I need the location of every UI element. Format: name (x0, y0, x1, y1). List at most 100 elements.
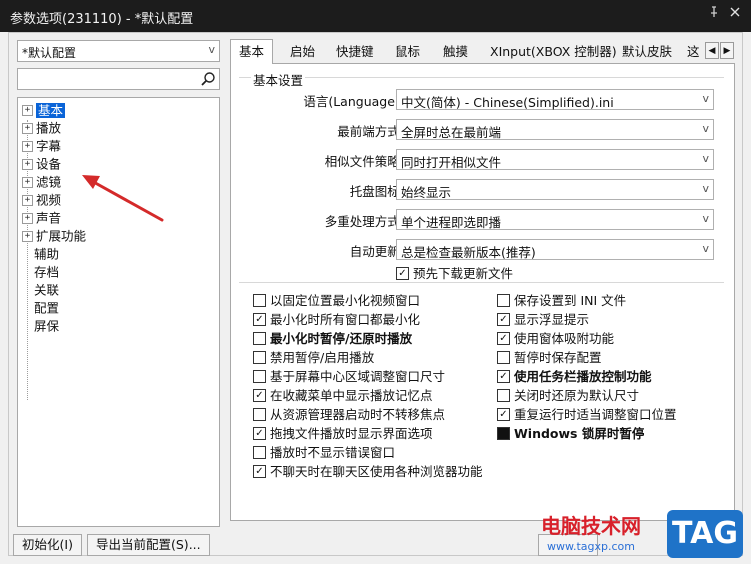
option-no-focus-steal[interactable]: 从资源管理器启动时不转移焦点 (253, 406, 445, 423)
tree-item-archive[interactable]: 存档 (34, 263, 59, 281)
option-pause-on-minimize[interactable]: 最小化时暂停/还原时播放 (253, 330, 412, 347)
checkbox-checked-icon[interactable]: ✓ (253, 313, 266, 326)
checkbox-indeterminate-icon[interactable] (497, 427, 510, 440)
tree-item-associations[interactable]: 关联 (34, 281, 59, 299)
option-drag-show-options[interactable]: ✓ 拖拽文件播放时显示界面选项 (253, 425, 433, 442)
option-disable-pause-play[interactable]: 禁用暂停/启用播放 (253, 349, 374, 366)
profile-select[interactable]: *默认配置 v (17, 40, 220, 62)
search-input[interactable] (20, 70, 194, 90)
checkbox-checked-icon[interactable]: ✓ (497, 313, 510, 326)
option-window-snap[interactable]: ✓ 使用窗体吸附功能 (497, 330, 614, 347)
profile-select-value: *默认配置 (22, 46, 77, 60)
option-minimize-all-windows[interactable]: ✓ 最小化时所有窗口都最小化 (253, 311, 420, 328)
option-adjust-window-position[interactable]: ✓ 重复运行时适当调整窗口位置 (497, 406, 677, 423)
expand-icon[interactable]: + (22, 159, 33, 170)
checkbox-unchecked-icon[interactable] (253, 332, 266, 345)
checkbox-checked-icon[interactable]: ✓ (253, 389, 266, 402)
multi-process-select[interactable]: 单个进程即选即播 v (396, 209, 714, 230)
tab-xinput[interactable]: XInput(XBOX 控制器) (482, 42, 625, 63)
option-show-bookmarks[interactable]: ✓ 在收藏菜单中显示播放记忆点 (253, 387, 433, 404)
chevron-down-icon: v (702, 212, 709, 225)
pin-icon[interactable] (705, 6, 723, 24)
expand-icon[interactable]: + (22, 123, 33, 134)
category-tree: + 基本 + 播放 + 字幕 + 设备 + 滤镜 + 视频 + 声音 + 扩展功能 辅助 存档 (17, 97, 220, 527)
tab-default-skin[interactable]: 默认皮肤 (614, 42, 680, 63)
tree-item-filters[interactable]: + 滤镜 (22, 173, 61, 191)
tray-icon-select[interactable]: 始终显示 v (396, 179, 714, 200)
tree-item-audio[interactable]: + 声音 (22, 209, 61, 227)
checkbox-label: 使用窗体吸附功能 (514, 331, 615, 346)
init-button[interactable]: 初始化(I) (13, 534, 82, 556)
option-chat-browser-features[interactable]: ✓ 不聊天时在聊天区使用各种浏览器功能 (253, 463, 483, 480)
option-restore-default-size[interactable]: 关闭时还原为默认尺寸 (497, 387, 639, 404)
option-show-osd[interactable]: ✓ 显示浮显提示 (497, 311, 589, 328)
tree-item-screensaver[interactable]: 屏保 (34, 317, 59, 335)
tab-startup[interactable]: 启始 (282, 42, 323, 63)
tree-item-playback[interactable]: + 播放 (22, 119, 61, 137)
checkbox-unchecked-icon[interactable] (253, 408, 266, 421)
export-config-button[interactable]: 导出当前配置(S)... (87, 534, 210, 556)
checkbox-unchecked-icon[interactable] (253, 446, 266, 459)
option-resize-from-center[interactable]: 基于屏幕中心区域调整窗口尺寸 (253, 368, 445, 385)
checkbox-checked-icon[interactable]: ✓ (396, 267, 409, 280)
tree-item-extensions[interactable]: + 扩展功能 (22, 227, 86, 245)
option-save-to-ini[interactable]: 保存设置到 INI 文件 (497, 292, 626, 309)
tree-item-video[interactable]: + 视频 (22, 191, 61, 209)
search-icon[interactable] (200, 71, 216, 87)
expand-icon[interactable]: + (22, 105, 33, 116)
tab-basic[interactable]: 基本 (230, 39, 274, 64)
tree-item-devices[interactable]: + 设备 (22, 155, 61, 173)
option-minimize-fixed-position[interactable]: 以固定位置最小化视频窗口 (253, 292, 420, 309)
checkbox-unchecked-icon[interactable] (497, 389, 510, 402)
expand-icon[interactable]: + (22, 141, 33, 152)
checkbox-unchecked-icon[interactable] (497, 294, 510, 307)
option-pause-on-lock[interactable]: Windows 锁屏时暂停 (497, 425, 644, 442)
tab-hotkeys[interactable]: 快捷键 (328, 42, 382, 63)
checkbox-label: 以固定位置最小化视频窗口 (270, 293, 421, 308)
expand-icon[interactable]: + (22, 213, 33, 224)
checkbox-checked-icon[interactable]: ✓ (253, 465, 266, 478)
tab-overflow[interactable]: 这 (685, 42, 703, 63)
checkbox-unchecked-icon[interactable] (497, 351, 510, 364)
similar-files-select[interactable]: 同时打开相似文件 v (396, 149, 714, 170)
topmost-select[interactable]: 全屏时总在最前端 v (396, 119, 714, 140)
tree-item-subtitles[interactable]: + 字幕 (22, 137, 61, 155)
checkbox-unchecked-icon[interactable] (253, 351, 266, 364)
checkbox-checked-icon[interactable]: ✓ (253, 427, 266, 440)
tree-item-config[interactable]: 配置 (34, 299, 59, 317)
expand-icon[interactable]: + (22, 231, 33, 242)
multi-process-value: 单个进程即选即播 (401, 215, 502, 230)
checkbox-checked-icon[interactable]: ✓ (497, 332, 510, 345)
option-hide-error-window[interactable]: 播放时不显示错误窗口 (253, 444, 395, 461)
predownload-checkbox[interactable]: ✓ 预先下载更新文件 (396, 265, 513, 282)
tree-item-label: 存档 (34, 264, 60, 280)
expand-icon[interactable]: + (22, 177, 33, 188)
auto-update-select[interactable]: 总是检查最新版本(推荐) v (396, 239, 714, 260)
tree-item-basic[interactable]: + 基本 (22, 101, 66, 119)
checkbox-label: 在收藏菜单中显示播放记忆点 (270, 388, 433, 403)
search-box (17, 68, 220, 90)
close-icon[interactable] (726, 6, 744, 24)
annotation-arrow-icon (82, 175, 164, 222)
option-taskbar-controls[interactable]: ✓ 使用任务栏播放控制功能 (497, 368, 652, 385)
checkbox-checked-icon[interactable]: ✓ (497, 408, 510, 421)
tab-mouse[interactable]: 鼠标 (387, 42, 428, 63)
tree-item-assist[interactable]: 辅助 (34, 245, 59, 263)
tab-touch[interactable]: 触摸 (435, 42, 476, 63)
expand-icon[interactable]: + (22, 195, 33, 206)
checkbox-checked-icon[interactable]: ✓ (497, 370, 510, 383)
tree-item-label: 基本 (36, 102, 66, 118)
tab-scroll-right-icon[interactable]: ▶ (720, 42, 734, 59)
tab-scroll-left-icon[interactable]: ◀ (705, 42, 719, 59)
checkbox-label: 最小化时暂停/还原时播放 (270, 331, 413, 346)
language-select[interactable]: 中文(简体) - Chinese(Simplified).ini v (396, 89, 714, 110)
similar-files-label: 相似文件策略: (324, 154, 404, 169)
chevron-down-icon: v (702, 92, 709, 105)
tree-item-label: 屏保 (34, 318, 60, 334)
tree-item-label: 声音 (36, 210, 62, 226)
checkbox-unchecked-icon[interactable] (253, 370, 266, 383)
chevron-down-icon: v (702, 182, 709, 195)
option-save-on-pause[interactable]: 暂停时保存配置 (497, 349, 602, 366)
checkbox-unchecked-icon[interactable] (253, 294, 266, 307)
tray-icon-value: 始终显示 (401, 185, 452, 200)
